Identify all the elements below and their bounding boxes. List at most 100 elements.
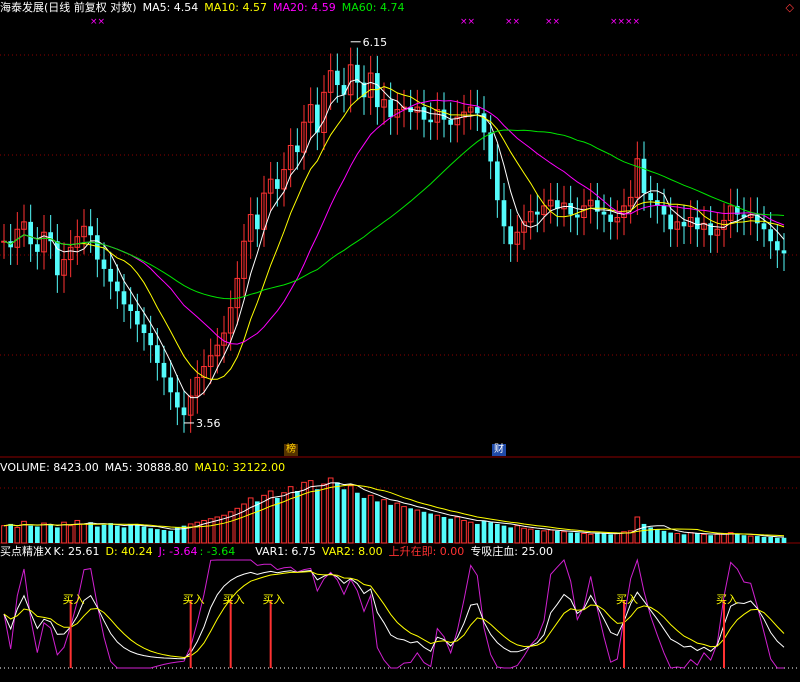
volume-bar [581, 532, 587, 544]
volume-bar [168, 530, 173, 543]
volume-bar [681, 534, 687, 543]
j-readout: J: -3.64 [158, 545, 198, 558]
price-header: 海泰发展(日线 前复权 对数) MA5: 4.54 MA10: 4.57 MA20: … [0, 1, 410, 15]
volume-bar [108, 523, 113, 543]
volume-bar [121, 527, 127, 543]
volume-bar [67, 525, 74, 544]
suck-readout: 专吸庄血: 25.00 [470, 545, 554, 558]
volume-bar [35, 526, 40, 543]
volume-bar [595, 532, 600, 543]
stock-chart-window: 6.15 3.56 ×× ×× ×× ×× ×× ×× 买入 买入 买入 买入 买入 买入 海泰发展(日线… [0, 0, 800, 682]
volume-bar [321, 483, 327, 544]
volume-bar [401, 506, 407, 544]
vol-ma10-readout: MA10: 32122.00 [194, 461, 286, 474]
candle-body [575, 214, 580, 218]
volume-bar [148, 528, 153, 543]
var2-readout: VAR2: 8.00 [321, 545, 383, 558]
volume-bar [375, 501, 380, 543]
volume-bar [55, 527, 60, 543]
candle-body [121, 291, 127, 305]
buy-signal-label: 买入 [223, 593, 245, 606]
volume-bar [514, 525, 521, 544]
chart-canvas[interactable]: 6.153.56×× ×× ×× ×× ×× ××买入 买入 买入 买入 买入 买入 [0, 0, 800, 682]
volume-bar [287, 486, 294, 544]
volume-bar [614, 532, 621, 544]
candle-body [28, 221, 33, 245]
volume-bar [95, 526, 100, 543]
candle-body [568, 203, 573, 215]
k-line [3, 569, 785, 660]
tag-bang[interactable]: 榜 [284, 444, 298, 456]
candle-body [448, 119, 453, 125]
volume-bar [501, 525, 507, 543]
volume-bar [755, 536, 760, 543]
volume-bar [307, 480, 314, 544]
buy-signal-label: 买入 [263, 593, 285, 606]
volume-bar [561, 531, 567, 544]
candle-body [475, 107, 480, 114]
candle-body [661, 205, 667, 215]
candle-body [775, 241, 780, 251]
cross-marker: ×× [505, 17, 520, 27]
candle-body [128, 304, 133, 312]
candle-body [141, 324, 147, 334]
cross-marker: ×× [545, 17, 560, 27]
volume-header: VOLUME: 8423.00 MA5: 30888.80 MA10: 32122.… [0, 461, 291, 475]
volume-bar [775, 537, 780, 543]
volume-bar [128, 523, 133, 543]
volume-bar [255, 501, 260, 543]
volume-bar [247, 497, 254, 544]
volume-bar [295, 491, 300, 543]
volume-bar [281, 492, 287, 544]
volume-bar [721, 532, 727, 544]
volume-bar [467, 521, 474, 544]
candle-body [175, 392, 180, 408]
volume-bar [454, 516, 461, 544]
volume-bar [301, 481, 307, 544]
candle-body [388, 99, 393, 118]
candle-body [95, 235, 100, 260]
high-price-label: 6.15 [363, 36, 388, 49]
cross-marker: ×× [460, 17, 475, 27]
volume-bar [161, 530, 167, 543]
volume-bar [555, 530, 560, 543]
volume-bar [575, 532, 580, 543]
candle-body [428, 119, 433, 123]
candle-body [295, 145, 300, 153]
volume-bar [434, 514, 441, 544]
ma60-readout: MA60: 4.74 [341, 1, 405, 14]
indicator-title: 买点精准X [0, 545, 52, 558]
candle-body [108, 268, 113, 282]
k-readout: K: 25.61 [53, 545, 100, 558]
candle-body [101, 259, 107, 269]
tag-cai[interactable]: 财 [492, 444, 506, 456]
ma20-readout: MA20: 4.59 [273, 1, 336, 14]
volume-bar [741, 535, 747, 543]
volume-bar [508, 527, 513, 543]
volume-bar [428, 513, 433, 543]
volume-bar [714, 533, 721, 544]
cross-marker: ×× [610, 17, 625, 27]
volume-bar [587, 533, 594, 544]
candle-body [341, 85, 347, 95]
diamond-icon[interactable]: ◇ [786, 1, 794, 14]
volume-bar [461, 519, 467, 544]
buy-signal-label: 买入 [716, 593, 738, 606]
volume-bar [28, 525, 33, 543]
volume-bar [101, 524, 107, 543]
low-price-label: 3.56 [196, 417, 221, 430]
candle-body [608, 214, 613, 222]
candle-body [668, 214, 673, 230]
indicator-header: 买点精准X K: 25.61 D: 40.24 J: -3.64: -3.64 VAR1… [0, 545, 559, 559]
volume-bar [115, 525, 120, 543]
volume-bar [347, 485, 354, 544]
volume-bar [135, 524, 140, 543]
candle-body [161, 362, 167, 378]
ma5-readout: MA5: 4.54 [142, 1, 199, 14]
volume-bar [495, 523, 500, 543]
candle-body [641, 158, 647, 194]
volume-bar [708, 535, 713, 543]
volume-bar [488, 522, 493, 543]
volume-bar [394, 502, 401, 544]
volume-bar [527, 528, 534, 544]
